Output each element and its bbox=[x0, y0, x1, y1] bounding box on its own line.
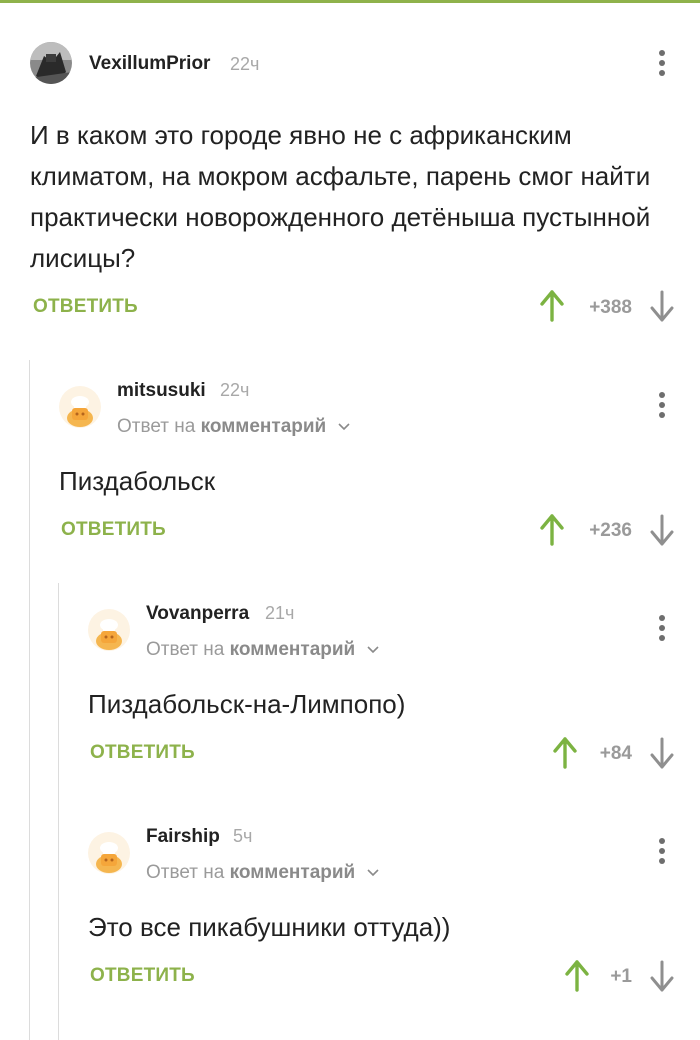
reply-to-label[interactable]: Ответ на комментарий bbox=[117, 416, 350, 438]
reply-to-link[interactable]: комментарий bbox=[230, 862, 356, 883]
comment-score: +1 bbox=[610, 966, 632, 987]
reply-to-prefix: Ответ на bbox=[117, 416, 196, 437]
reply-to-link[interactable]: комментарий bbox=[201, 416, 327, 437]
downvote-arrow-icon[interactable] bbox=[650, 290, 674, 322]
top-divider bbox=[0, 0, 700, 3]
avatar[interactable] bbox=[59, 386, 101, 428]
comment-time: 22ч bbox=[230, 54, 260, 74]
menu-dots-icon bbox=[659, 50, 665, 56]
comment-username[interactable]: VexillumPrior bbox=[89, 53, 210, 75]
comment-menu-button[interactable] bbox=[652, 392, 672, 422]
chevron-down-icon bbox=[366, 646, 379, 654]
default-avatar-icon bbox=[88, 832, 130, 874]
reply-to-prefix: Ответ на bbox=[146, 862, 225, 883]
comment-time: 22ч bbox=[220, 380, 250, 400]
menu-dots-icon bbox=[659, 838, 665, 844]
avatar[interactable] bbox=[88, 609, 130, 651]
chevron-down-icon bbox=[366, 869, 379, 877]
comment-username[interactable]: Fairship bbox=[146, 826, 220, 848]
reply-to-prefix: Ответ на bbox=[146, 639, 225, 660]
reply-button[interactable]: ОТВЕТИТЬ bbox=[90, 965, 195, 987]
avatar[interactable] bbox=[88, 832, 130, 874]
comment-menu-button[interactable] bbox=[652, 838, 672, 868]
comment-text: Это все пикабушники оттуда)) bbox=[88, 912, 451, 942]
downvote-arrow-icon[interactable] bbox=[650, 514, 674, 546]
menu-dots-icon bbox=[659, 615, 665, 621]
comment-menu-button[interactable] bbox=[652, 50, 672, 80]
user-avatar-icon bbox=[30, 42, 72, 84]
chevron-down-icon bbox=[337, 423, 350, 431]
default-avatar-icon bbox=[88, 609, 130, 651]
comment-time: 5ч bbox=[233, 826, 253, 846]
comment-score: +84 bbox=[599, 743, 632, 764]
thread-line-level-2[interactable] bbox=[58, 583, 59, 1040]
menu-dots-icon bbox=[659, 392, 665, 398]
upvote-arrow-icon[interactable] bbox=[540, 290, 564, 322]
reply-button[interactable]: ОТВЕТИТЬ bbox=[90, 742, 195, 764]
comment-time: 21ч bbox=[265, 603, 295, 623]
avatar[interactable] bbox=[30, 42, 72, 84]
reply-button[interactable]: ОТВЕТИТЬ bbox=[61, 519, 166, 541]
comment-text: Пиздабольск-на-Лимпопо) bbox=[88, 689, 406, 719]
downvote-arrow-icon[interactable] bbox=[650, 960, 674, 992]
upvote-arrow-icon[interactable] bbox=[540, 514, 564, 546]
default-avatar-icon bbox=[59, 386, 101, 428]
reply-to-link[interactable]: комментарий bbox=[230, 639, 356, 660]
comment-score: +388 bbox=[589, 297, 632, 318]
reply-button[interactable]: ОТВЕТИТЬ bbox=[33, 296, 138, 318]
comment-score: +236 bbox=[589, 520, 632, 541]
comment-text: И в каком это городе явно не с африканск… bbox=[30, 120, 651, 273]
thread-line-level-1[interactable] bbox=[29, 360, 30, 1040]
reply-to-label[interactable]: Ответ на комментарий bbox=[146, 862, 379, 884]
comment-username[interactable]: Vovanperra bbox=[146, 603, 249, 625]
comment-text: Пиздабольск bbox=[59, 466, 216, 496]
comment-username[interactable]: mitsusuki bbox=[117, 380, 206, 402]
reply-to-label[interactable]: Ответ на комментарий bbox=[146, 639, 379, 661]
downvote-arrow-icon[interactable] bbox=[650, 737, 674, 769]
comment-menu-button[interactable] bbox=[652, 615, 672, 645]
